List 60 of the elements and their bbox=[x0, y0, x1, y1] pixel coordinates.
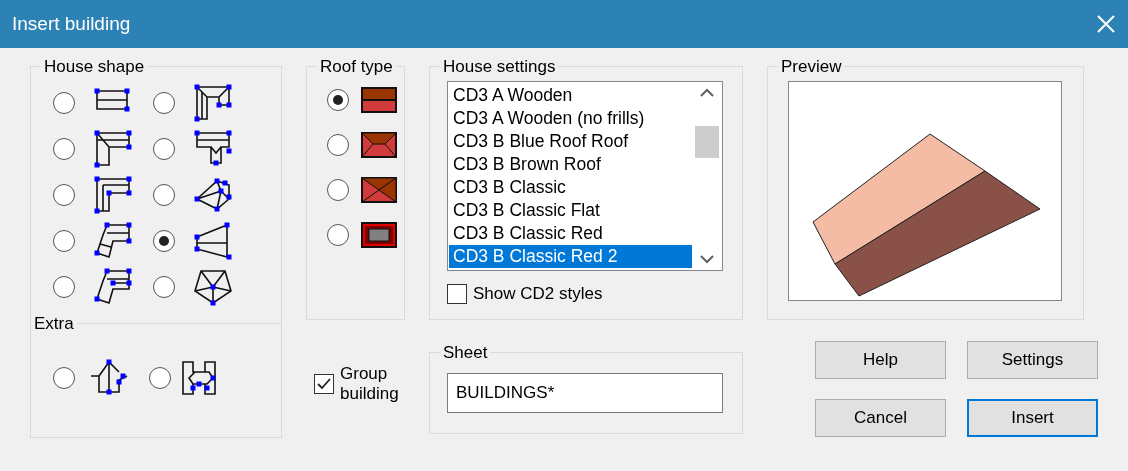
group-title: Sheet bbox=[442, 344, 489, 361]
house-shape-icon bbox=[93, 129, 133, 169]
radio-button[interactable] bbox=[153, 184, 175, 206]
roof-icon bbox=[361, 222, 397, 248]
list-item[interactable]: CD3 A Wooden (no frills) bbox=[449, 107, 692, 130]
radio-button[interactable] bbox=[327, 134, 349, 156]
checkbox[interactable] bbox=[314, 373, 334, 394]
dialog-button[interactable]: Settings bbox=[967, 341, 1098, 379]
radio-button[interactable] bbox=[53, 367, 75, 389]
scroll-up-icon[interactable] bbox=[700, 88, 714, 98]
checkbox[interactable] bbox=[447, 283, 467, 304]
radio-button[interactable] bbox=[149, 367, 171, 389]
dialog-button[interactable]: Cancel bbox=[815, 399, 946, 437]
group-title: Extra bbox=[33, 315, 75, 332]
house-shape-icon bbox=[93, 267, 133, 307]
list-item[interactable]: CD3 B Classic Flat bbox=[449, 199, 692, 222]
list-item[interactable]: CD3 B Classic Red 2 bbox=[449, 245, 692, 268]
house-shape-icon bbox=[89, 358, 129, 398]
checkbox-label: Show CD2 styles bbox=[473, 283, 603, 305]
radio-button[interactable] bbox=[153, 230, 175, 252]
radio-button[interactable] bbox=[327, 89, 349, 111]
house-shape-icon bbox=[93, 175, 133, 215]
radio-button[interactable] bbox=[53, 230, 75, 252]
list-item[interactable]: CD3 B Blue Roof Roof bbox=[449, 130, 692, 153]
sheet-input-field[interactable]: BUILDINGS* bbox=[447, 373, 723, 413]
house-shape-icon bbox=[193, 267, 233, 307]
group-title: Roof type bbox=[319, 58, 394, 75]
radio-button[interactable] bbox=[53, 184, 75, 206]
group-title: House settings bbox=[442, 58, 557, 75]
list-item[interactable]: CD3 B Classic bbox=[449, 176, 692, 199]
radio-button[interactable] bbox=[153, 92, 175, 114]
close-icon[interactable] bbox=[1096, 14, 1116, 34]
house-shape-icon bbox=[193, 221, 233, 261]
radio-button[interactable] bbox=[327, 179, 349, 201]
house-shape-icon bbox=[193, 83, 233, 123]
list-item[interactable]: CD3 B Classic Red bbox=[449, 222, 692, 245]
settings-list[interactable]: CD3 A Wooden CD3 A Wooden (no frills) CD3 B Blue Roof Roof CD3 B Brown Roof CD3 B Classic CD3 B Classic Flat CD3 B Classic Red CD3 B Classic Red 2 bbox=[447, 81, 723, 271]
dialog-button[interactable]: Help bbox=[815, 341, 946, 379]
checkmark-icon bbox=[316, 376, 332, 391]
house-shape-icon bbox=[179, 358, 219, 398]
scroll-down-icon[interactable] bbox=[700, 254, 714, 264]
window-title: Insert building bbox=[12, 11, 131, 36]
dialog-button[interactable]: Insert bbox=[967, 399, 1098, 437]
checkbox-label: Group building bbox=[340, 364, 400, 404]
scrollbar-thumb[interactable] bbox=[695, 126, 719, 158]
house-shape-icon bbox=[93, 221, 133, 261]
radio-button[interactable] bbox=[327, 224, 349, 246]
list-item[interactable]: CD3 A Wooden bbox=[449, 84, 692, 107]
radio-button[interactable] bbox=[153, 276, 175, 298]
roof-icon bbox=[361, 87, 397, 113]
radio-button[interactable] bbox=[53, 276, 75, 298]
roof-icon bbox=[361, 132, 397, 158]
group-title: House shape bbox=[43, 58, 146, 75]
roof-icon bbox=[361, 177, 397, 203]
radio-button[interactable] bbox=[53, 92, 75, 114]
radio-button[interactable] bbox=[53, 138, 75, 160]
group-title: Preview bbox=[780, 58, 843, 75]
radio-button[interactable] bbox=[153, 138, 175, 160]
list-item[interactable]: CD3 B Brown Roof bbox=[449, 153, 692, 176]
house-shape-icon bbox=[193, 129, 233, 169]
